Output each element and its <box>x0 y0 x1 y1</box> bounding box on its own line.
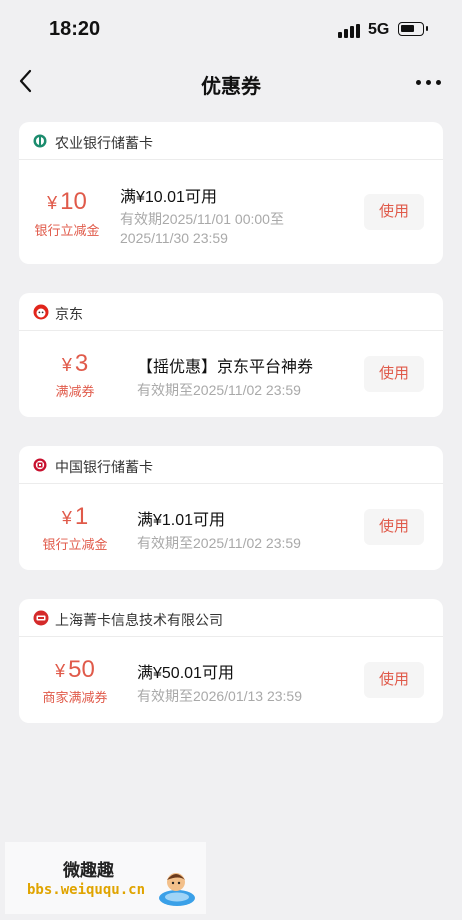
issuer-name: 农业银行储蓄卡 <box>55 135 153 151</box>
currency-symbol: ¥ <box>61 355 72 375</box>
coupon-type: 满减券 <box>55 384 95 399</box>
coupon-validity: 有效期至2025/11/02 23:59 <box>137 535 301 551</box>
signal-icon <box>338 24 362 38</box>
coupon-amount: ¥10 <box>19 188 115 216</box>
coupon-card: 农业银行储蓄卡 ¥10 银行立减金 满¥10.01可用 有效期2025/11/0… <box>19 122 443 264</box>
amount-value: 3 <box>74 350 89 377</box>
coupon-card: 上海菁卡信息技术有限公司 ¥50 商家满减券 满¥50.01可用 有效期至202… <box>19 599 443 723</box>
coupon-issuer-header: 中国银行储蓄卡 <box>19 446 443 484</box>
amount-value: 1 <box>74 503 89 530</box>
coupon-issuer-header: 上海菁卡信息技术有限公司 <box>19 599 443 637</box>
battery-icon <box>398 22 428 36</box>
amount-value: 50 <box>68 656 95 683</box>
coupon-type: 银行立减金 <box>34 223 100 238</box>
coupon-type: 商家满减券 <box>42 690 108 705</box>
coupon-validity: 有效期至2025/11/02 23:59 <box>137 382 301 398</box>
currency-symbol: ¥ <box>55 661 66 681</box>
site-watermark: 微趣趣 bbs.weiququ.cn <box>5 842 206 914</box>
more-dot <box>416 80 421 85</box>
watermark-title: 微趣趣 <box>63 861 114 880</box>
coupon-title: 满¥50.01可用 <box>137 665 234 682</box>
merchant-logo-icon <box>33 610 49 626</box>
page-title: 优惠券 <box>201 76 261 98</box>
use-button[interactable]: 使用 <box>364 662 424 698</box>
coupon-title: 满¥10.01可用 <box>120 189 217 206</box>
more-button[interactable] <box>414 68 444 94</box>
boc-bank-logo-icon <box>33 458 47 472</box>
coupon-title: 【摇优惠】京东平台神券 <box>137 359 314 376</box>
coupon-validity: 有效期至2026/01/13 23:59 <box>137 688 302 704</box>
coupon-issuer-header: 京东 <box>19 293 443 331</box>
use-button[interactable]: 使用 <box>364 356 424 392</box>
nav-bar: 优惠券 <box>0 60 462 104</box>
coupon-title: 满¥1.01可用 <box>137 512 226 529</box>
mascot-icon <box>159 873 195 906</box>
jd-logo-icon <box>33 304 49 320</box>
coupon-amount: ¥1 <box>27 503 123 531</box>
coupon-card: 京东 ¥3 满减券 【摇优惠】京东平台神券 有效期至2025/11/02 23:… <box>19 293 443 417</box>
more-dot <box>436 80 441 85</box>
use-button[interactable]: 使用 <box>364 509 424 545</box>
use-button[interactable]: 使用 <box>364 194 424 230</box>
issuer-name: 京东 <box>55 306 83 322</box>
coupon-type: 银行立减金 <box>42 537 108 552</box>
coupon-amount: ¥3 <box>27 350 123 378</box>
amount-value: 10 <box>60 188 87 215</box>
currency-symbol: ¥ <box>61 508 72 528</box>
network-label: 5G <box>368 21 390 38</box>
issuer-name: 中国银行储蓄卡 <box>55 459 153 475</box>
status-bar: 18:20 5G <box>0 0 462 60</box>
status-time: 18:20 <box>49 18 101 40</box>
currency-symbol: ¥ <box>47 193 58 213</box>
coupon-validity: 有效期2025/11/01 00:00至 2025/11/30 23:59 <box>120 211 284 246</box>
more-dot <box>426 80 431 85</box>
issuer-name: 上海菁卡信息技术有限公司 <box>55 612 223 628</box>
coupon-amount: ¥50 <box>27 656 123 684</box>
abc-bank-logo-icon <box>33 134 47 148</box>
watermark-url: bbs.weiququ.cn <box>27 882 146 898</box>
coupon-issuer-header: 农业银行储蓄卡 <box>19 122 443 160</box>
coupon-card: 中国银行储蓄卡 ¥1 银行立减金 满¥1.01可用 有效期至2025/11/02… <box>19 446 443 570</box>
